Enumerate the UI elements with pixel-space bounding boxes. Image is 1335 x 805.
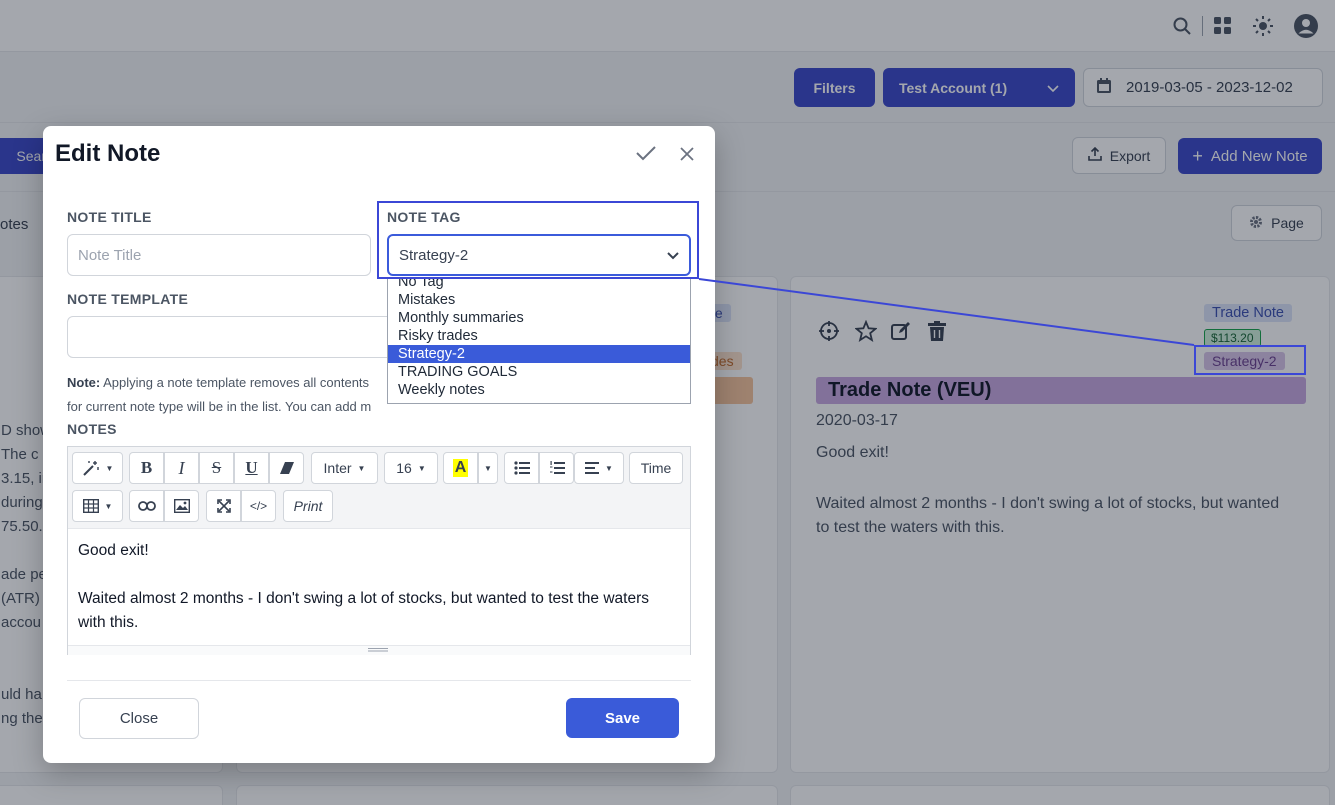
annotation-connector (698, 278, 1195, 346)
